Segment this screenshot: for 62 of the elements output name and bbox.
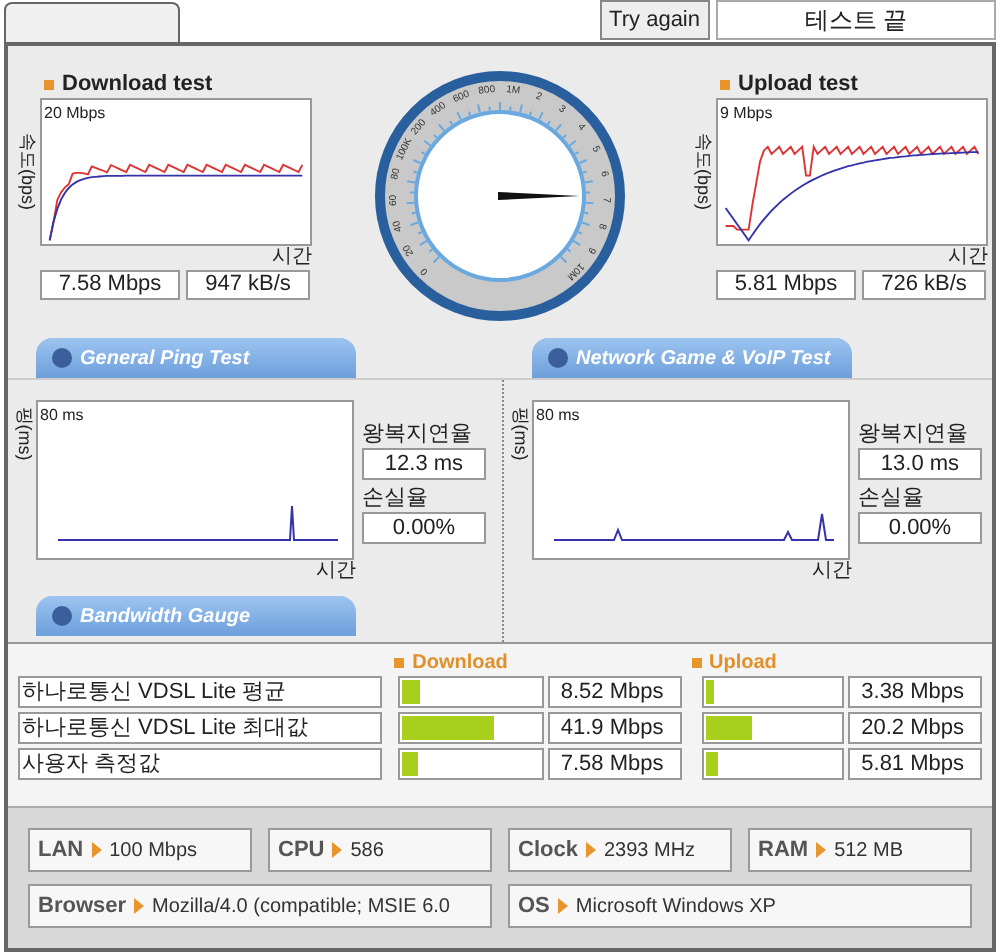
info-value: 100 Mbps bbox=[109, 837, 198, 865]
value-field: 20.2 Mbps bbox=[847, 712, 983, 744]
row-label: 하나로통신 VDSL Lite 평균 bbox=[18, 676, 382, 708]
axis-label: 속도(bps) bbox=[691, 133, 716, 211]
chart-title: Download test bbox=[62, 69, 213, 100]
info-label: CPU bbox=[278, 835, 325, 866]
time-label: 시간 bbox=[812, 560, 852, 584]
time-label: 시간 bbox=[316, 560, 356, 584]
section-tab[interactable]: Network Game & VoIP Test bbox=[532, 338, 852, 378]
column-header: Upload bbox=[709, 649, 777, 677]
status-field: 테스트 끝 bbox=[716, 0, 996, 40]
bullet-icon bbox=[394, 657, 405, 667]
info-label: LAN bbox=[38, 835, 84, 866]
info-value: 2393 MHz bbox=[603, 837, 696, 865]
value-field: 5.81 Mbps bbox=[847, 748, 983, 780]
bullet-icon bbox=[720, 79, 730, 89]
latency-field: 13.0 ms bbox=[858, 448, 982, 480]
value-field: 3.38 Mbps bbox=[847, 676, 983, 708]
info-value: 512 MB bbox=[834, 837, 904, 865]
try-again-button[interactable]: Try again bbox=[599, 0, 710, 40]
reading-field: 7.58 Mbps bbox=[40, 270, 180, 300]
axis-label: 핑(ms) bbox=[11, 406, 36, 461]
latency-field: 12.3 ms bbox=[362, 448, 486, 480]
scale-label: 80 ms bbox=[536, 404, 580, 428]
tab-label: Bandwidth Gauge bbox=[80, 603, 250, 631]
value-field: 8.52 Mbps bbox=[547, 676, 682, 708]
tab-label: Network Game & VoIP Test bbox=[576, 345, 831, 373]
column-header: Download bbox=[412, 649, 508, 677]
scale-label: 9 Mbps bbox=[720, 102, 773, 126]
reading-field: 5.81 Mbps bbox=[716, 270, 856, 300]
info-value: 586 bbox=[350, 837, 384, 865]
info-value: Microsoft Windows XP bbox=[575, 893, 776, 921]
row-label: 하나로통신 VDSL Lite 최대값 bbox=[18, 712, 382, 744]
field-label: 왕복지연율 bbox=[858, 420, 970, 448]
field-label: 왕복지연율 bbox=[362, 420, 474, 448]
time-label: 시간 bbox=[948, 246, 988, 270]
tab-label: General Ping Test bbox=[80, 345, 250, 373]
info-label: Browser bbox=[38, 891, 127, 922]
tab[interactable] bbox=[4, 2, 180, 42]
value-field: 41.9 Mbps bbox=[547, 712, 682, 744]
field-label: 손실율 bbox=[362, 484, 430, 512]
axis-label: 속도(bps) bbox=[15, 133, 40, 211]
axis-label: 핑(ms) bbox=[507, 406, 532, 461]
section-tab[interactable]: Bandwidth Gauge bbox=[36, 596, 356, 636]
row-label: 사용자 측정값 bbox=[18, 748, 382, 780]
info-value: Mozilla/4.0 (compatible; MSIE 6.0 bbox=[152, 893, 450, 921]
bullet-icon bbox=[691, 657, 702, 667]
loss-field: 0.00% bbox=[362, 512, 486, 544]
time-label: 시간 bbox=[272, 246, 312, 270]
chart-title: Upload test bbox=[738, 69, 858, 100]
section-tab[interactable]: General Ping Test bbox=[36, 338, 356, 378]
reading-field: 947 kB/s bbox=[186, 270, 310, 300]
info-label: Clock bbox=[518, 835, 578, 866]
info-label: RAM bbox=[758, 835, 809, 866]
bullet-icon bbox=[44, 79, 54, 89]
field-label: 손실율 bbox=[858, 484, 926, 512]
value-field: 7.58 Mbps bbox=[547, 748, 682, 780]
scale-label: 20 Mbps bbox=[44, 102, 106, 126]
loss-field: 0.00% bbox=[858, 512, 982, 544]
info-label: OS bbox=[518, 891, 550, 922]
reading-field: 726 kB/s bbox=[862, 270, 986, 300]
scale-label: 80 ms bbox=[40, 404, 84, 428]
